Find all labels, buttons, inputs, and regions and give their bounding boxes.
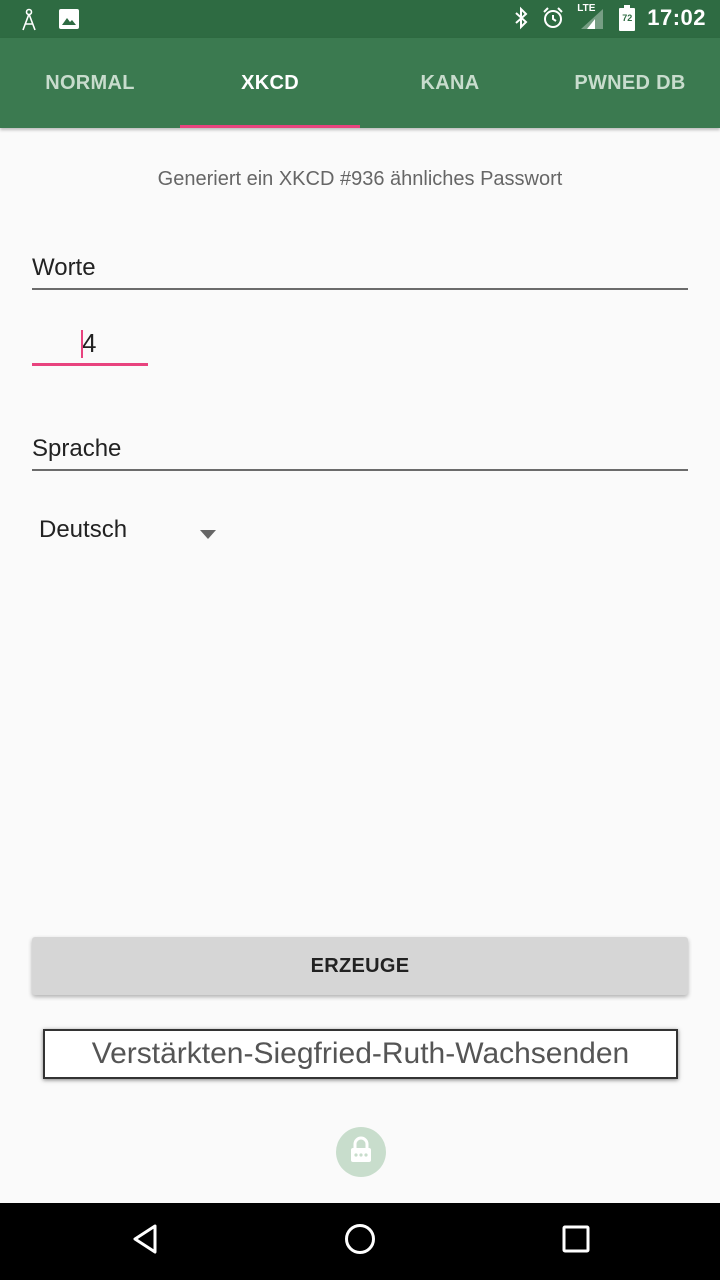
bluetooth-icon	[513, 6, 529, 30]
dropdown-arrow-icon	[200, 526, 216, 544]
battery-icon: 72	[619, 5, 636, 31]
words-count-value: 4	[82, 328, 97, 358]
generate-button[interactable]: ERZEUGE	[32, 937, 688, 995]
tab-pwned-db[interactable]: PWNED DB	[540, 38, 720, 128]
alarm-icon	[541, 6, 565, 30]
generate-button-label: ERZEUGE	[310, 954, 410, 977]
tab-label: KANA	[420, 71, 480, 94]
recents-button[interactable]	[526, 1203, 626, 1280]
recents-icon	[562, 1225, 590, 1258]
tab-bar: NORMAL XKCD KANA PWNED DB	[0, 38, 720, 128]
lock-icon	[346, 1135, 376, 1170]
home-button[interactable]	[310, 1203, 410, 1280]
tab-label: PWNED DB	[574, 71, 686, 94]
tab-normal[interactable]: NORMAL	[0, 38, 180, 128]
password-text: Verstärkten-Siegfried-Ruth-Wachsenden	[91, 1037, 630, 1070]
home-icon	[344, 1223, 376, 1260]
language-label: Sprache	[32, 435, 122, 462]
tab-indicator	[180, 125, 360, 128]
clock: 17:02	[647, 5, 706, 30]
tab-kana[interactable]: KANA	[360, 38, 540, 128]
lock-button[interactable]	[336, 1127, 386, 1177]
input-underline	[32, 363, 148, 366]
signal-tower-icon	[18, 6, 40, 32]
navigation-bar	[0, 1203, 720, 1280]
back-icon	[131, 1224, 159, 1259]
language-selected: Deutsch	[39, 516, 128, 543]
tab-label: NORMAL	[45, 71, 135, 94]
words-divider	[32, 288, 688, 290]
page-subtitle: Generiert ein XKCD #936 ähnliches Passwo…	[157, 168, 563, 190]
tab-label: XKCD	[241, 71, 299, 94]
password-output[interactable]: Verstärkten-Siegfried-Ruth-Wachsenden	[43, 1029, 678, 1079]
language-dropdown[interactable]: Deutsch	[32, 506, 232, 556]
status-bar: LTE 72 17:02	[0, 0, 720, 38]
language-divider	[32, 469, 688, 471]
words-label: Worte	[32, 254, 96, 281]
text-cursor	[81, 330, 83, 358]
words-count-input[interactable]: 4	[32, 322, 148, 366]
image-icon	[58, 8, 80, 30]
cell-signal-icon: LTE	[577, 3, 607, 31]
back-button[interactable]	[95, 1203, 195, 1280]
tab-xkcd[interactable]: XKCD	[180, 38, 360, 128]
